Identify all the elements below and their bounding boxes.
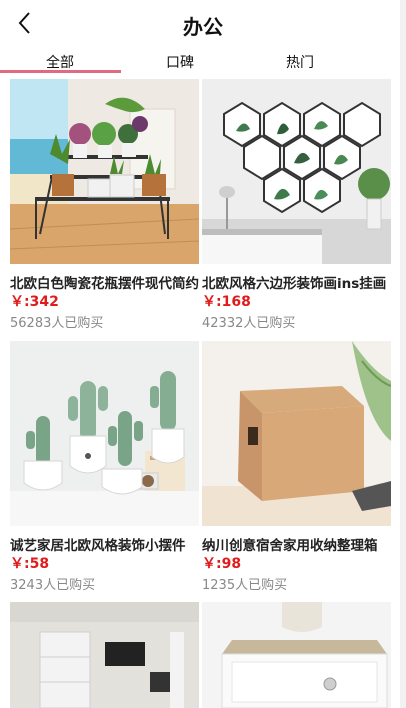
product-name: 北欧风格六边形装饰画ins挂画 (202, 276, 387, 292)
product-name: 纳川创意宿舍家用收纳整理箱 (202, 538, 378, 554)
product-sold-count: 56283人已购买 (10, 316, 104, 331)
product-card[interactable]: 北欧风格六边形装饰画ins挂画 ￥:168 42332人已购买 (202, 79, 391, 334)
scrollbar-track (400, 0, 406, 708)
page-title: 办公 (183, 15, 223, 39)
product-photo-hexagon-art[interactable] (202, 79, 391, 264)
product-photo-plant-stand[interactable] (10, 79, 199, 264)
product-card[interactable]: 纳川创意宿舍家用收纳整理箱 ￥:98 1235人已购买 (202, 341, 391, 596)
product-photo-storage-box[interactable] (202, 341, 391, 526)
product-price: ￥:342 (10, 294, 59, 310)
product-name: 诚艺家居北欧风格装饰小摆件 (10, 538, 186, 554)
product-card[interactable]: 北欧白色陶瓷花瓶摆件现代简约 ￥:342 56283人已购买 (10, 79, 199, 334)
product-photo-bookshelf[interactable] (10, 602, 199, 708)
product-photo-cactus-ornaments[interactable] (10, 341, 199, 526)
tab-all[interactable]: 全部 (0, 52, 120, 72)
active-tab-indicator (0, 70, 121, 73)
product-card[interactable] (202, 602, 391, 708)
product-name: 北欧白色陶瓷花瓶摆件现代简约 (10, 276, 199, 292)
product-price: ￥:98 (202, 556, 242, 572)
product-sold-count: 42332人已购买 (202, 316, 296, 331)
product-photo-nightstand[interactable] (202, 602, 391, 708)
tab-popular[interactable]: 热门 (240, 52, 360, 72)
product-card[interactable]: 诚艺家居北欧风格装饰小摆件 ￥:58 3243人已购买 (10, 341, 199, 596)
header: 办公 (0, 0, 406, 46)
product-price: ￥:58 (10, 556, 50, 572)
product-sold-count: 3243人已购买 (10, 578, 96, 593)
product-card[interactable] (10, 602, 199, 708)
tab-reputation[interactable]: 口碑 (120, 52, 240, 72)
product-price: ￥:168 (202, 294, 251, 310)
product-sold-count: 1235人已购买 (202, 578, 288, 593)
